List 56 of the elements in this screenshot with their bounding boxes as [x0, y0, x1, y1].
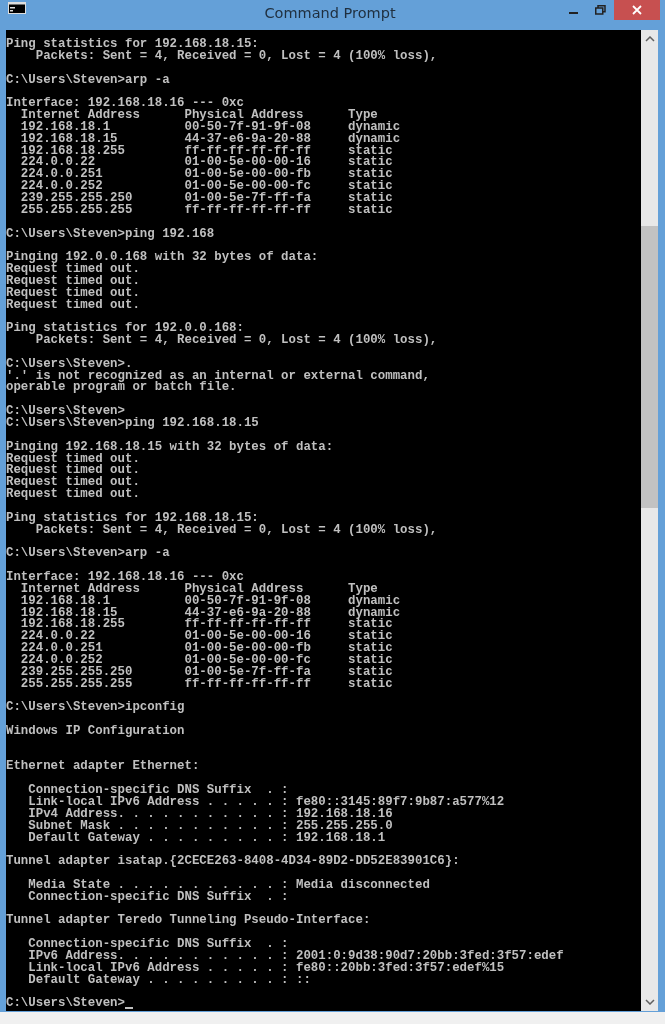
console-line: C:\Users\Steven> — [6, 998, 125, 1011]
console-line: C:\Users\Steven> — [6, 406, 125, 418]
console-line: Default Gateway . . . . . . . . . : :: — [27, 974, 311, 987]
console-line: 192.168.18.1 00-50-7f-91-9f-08 dynamic — [19, 595, 401, 608]
console-line: Packets: Sent = 4, Received = 0, Lost = 4 (100% loss), — [35, 335, 438, 347]
console-line: Connection-specific DNS Suffix . : — [27, 891, 289, 904]
maximize-icon[interactable] — [595, 5, 606, 15]
scroll-up-icon[interactable] — [644, 36, 655, 42]
console-line: Request timed out. — [6, 287, 140, 300]
console-line: C:\Users\Steven>. — [6, 358, 133, 371]
console-line: Connection-specific DNS Suffix . : — [27, 785, 289, 797]
scroll-down-icon[interactable] — [644, 999, 655, 1005]
console-line: 224.0.0.252 01-00-5e-00-00-fc static — [19, 654, 393, 667]
console-line: 224.0.0.252 01-00-5e-00-00-fc static — [19, 181, 393, 193]
console-line: C:\Users\Steven>arp -a — [6, 548, 170, 561]
console-line: Internet Address Physical Address Type — [19, 110, 378, 122]
console-line: Windows IP Configuration — [6, 725, 185, 738]
console-line: IPv6 Address. . . . . . . . . . . : 2001:0:9d38:90d7:20bb:3fed:3f57:edef — [27, 950, 564, 963]
close-button[interactable] — [614, 0, 660, 20]
console-line: Link-local IPv6 Address . . . . . : fe80::20bb:3fed:3f57:edef%15 — [27, 962, 505, 975]
console-line: Link-local IPv6 Address . . . . . : fe80::3145:89f7:9b87:a577%12 — [27, 797, 505, 809]
console-line: Ping statistics for 192.168.18.15: — [6, 39, 259, 51]
console-line: 255.255.255.255 ff-ff-ff-ff-ff-ff static — [19, 678, 393, 691]
console-line: Request timed out. — [6, 299, 140, 312]
console-line: Packets: Sent = 4, Received = 0, Lost = 4 (100% loss), — [35, 50, 438, 63]
console-line: Subnet Mask . . . . . . . . . . . : 255.255.255.0 — [27, 820, 393, 833]
console-line: C:\Users\Steven>ipconfig — [6, 702, 185, 715]
console-line: Request timed out. — [6, 275, 140, 288]
console-line: Tunnel adapter isatap.{2CECE263-8408-4D34-89D2-DD52E83901C6}: — [6, 856, 460, 869]
console-line: C:\Users\Steven>ping 192.168.18.15 — [6, 418, 259, 430]
console-line: 255.255.255.255 ff-ff-ff-ff-ff-ff static — [19, 204, 393, 217]
console-line: C:\Users\Steven>arp -a — [6, 74, 170, 87]
console-line: 239.255.255.250 01-00-5e-7f-ff-fa static — [19, 192, 393, 205]
console-app-icon — [8, 2, 26, 14]
console-line: Internet Address Physical Address Type — [19, 583, 378, 596]
console-line: 239.255.255.250 01-00-5e-7f-ff-fa static — [19, 666, 393, 679]
close-icon[interactable] — [632, 5, 642, 15]
console-line: 192.168.18.1 00-50-7f-91-9f-08 dynamic — [19, 121, 401, 134]
console-line: 224.0.0.251 01-00-5e-00-00-fb static — [19, 643, 393, 655]
console-line: Connection-specific DNS Suffix . : — [27, 939, 289, 951]
console-line: IPv4 Address. . . . . . . . . . . : 192.168.18.16 — [27, 808, 393, 821]
console-line: Tunnel adapter Teredo Tunneling Pseudo-Interface: — [6, 915, 371, 928]
console-line: Request timed out. — [6, 489, 140, 501]
scrollbar-thumb[interactable] — [641, 226, 658, 508]
window-title: Command Prompt — [263, 5, 397, 21]
console-line: Request timed out. — [6, 264, 140, 276]
console-line: C:\Users\Steven>ping 192.168 — [6, 228, 215, 241]
console-line: Ping statistics for 192.168.18.15: — [6, 512, 259, 525]
console-line: Packets: Sent = 4, Received = 0, Lost = 4 (100% loss), — [35, 524, 438, 537]
console-line: Ethernet adapter Ethernet: — [6, 761, 200, 774]
console-line: Media State . . . . . . . . . . . : Media disconnected — [27, 879, 430, 892]
console-line: Interface: 192.168.18.16 --- 0xc — [6, 571, 244, 584]
console-line: 192.168.18.15 44-37-e6-9a-20-88 dynamic — [19, 133, 401, 146]
console-line: Pinging 192.168.18.15 with 32 bytes of data: — [6, 441, 334, 454]
console-line: operable program or batch file. — [6, 382, 237, 395]
console-line: Default Gateway . . . . . . . . . : 192.168.18.1 — [27, 832, 386, 845]
